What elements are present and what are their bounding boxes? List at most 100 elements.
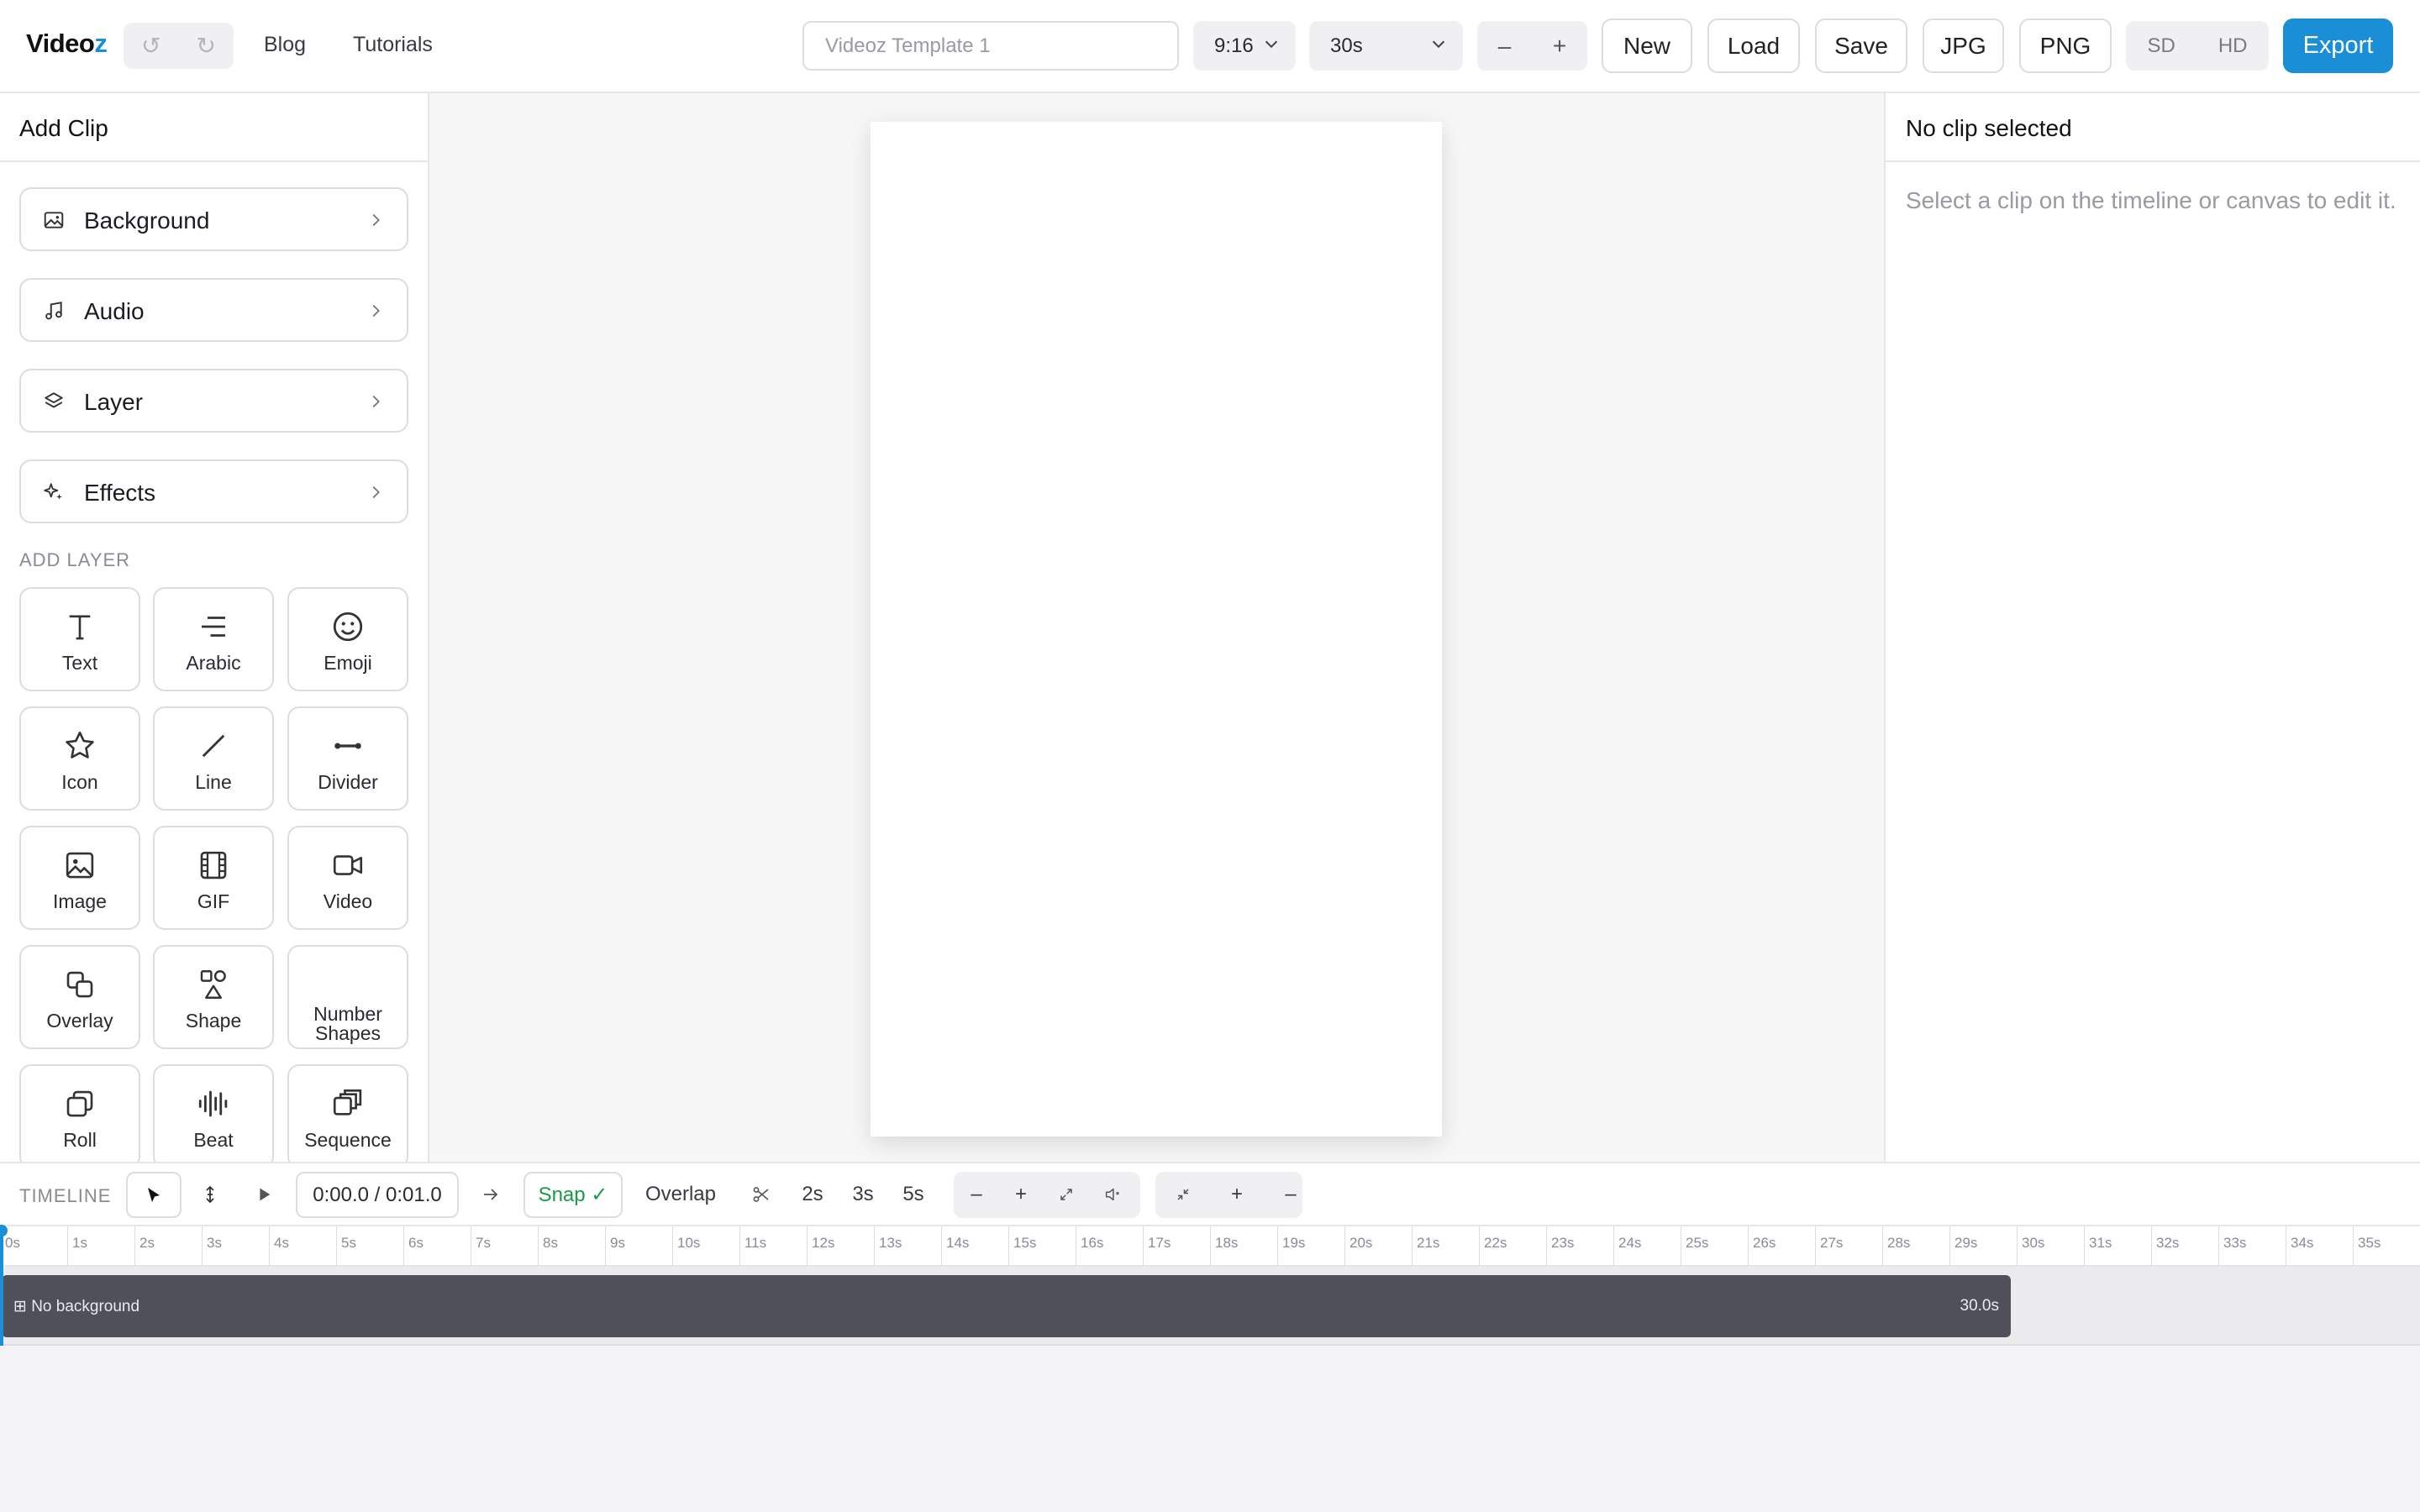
duration-3s-button[interactable]: 3s xyxy=(846,1173,880,1215)
png-button[interactable]: PNG xyxy=(2019,18,2112,73)
clip-item-label: Audio xyxy=(84,298,145,324)
speaker-icon xyxy=(1105,1188,1119,1201)
tile-emoji[interactable]: Emoji xyxy=(287,587,408,691)
ruler-tick: 35s xyxy=(2353,1226,2381,1267)
aspect-ratio-select[interactable]: 9:16 xyxy=(1193,21,1296,71)
tile-sequence[interactable]: Sequence xyxy=(287,1064,408,1162)
ruler-tick-label: 26s xyxy=(1753,1235,1776,1251)
tile-overlay[interactable]: Overlay xyxy=(19,945,140,1049)
vertical-resize-icon xyxy=(206,1185,214,1204)
move-tool-button[interactable] xyxy=(193,1173,227,1215)
timeline-zoom-in-button[interactable]: + xyxy=(1005,1173,1037,1215)
ruler-tick: 21s xyxy=(1412,1226,1439,1267)
ruler-tick: 1s xyxy=(67,1226,87,1267)
new-button[interactable]: New xyxy=(1602,18,1692,73)
app-logo[interactable]: Videoz xyxy=(26,29,108,59)
smiley-icon xyxy=(333,612,363,642)
add-effects-button[interactable]: Effects xyxy=(19,459,408,523)
export-button[interactable]: Export xyxy=(2283,18,2393,73)
music-note-icon xyxy=(45,302,62,320)
tile-video[interactable]: Video xyxy=(287,826,408,930)
overlay-icon xyxy=(66,971,93,998)
tile-beat[interactable]: Beat xyxy=(153,1064,274,1162)
duration-5s-button[interactable]: 5s xyxy=(897,1173,930,1215)
snap-toggle[interactable]: Snap ✓ xyxy=(523,1172,623,1218)
tile-label: Sequence xyxy=(304,1129,392,1151)
ruler-tick: 3s xyxy=(202,1226,222,1267)
line-icon xyxy=(202,734,225,758)
quality-sd-option[interactable]: SD xyxy=(2147,34,2175,58)
redo-icon[interactable]: ↻ xyxy=(197,32,216,60)
tile-label: Divider xyxy=(318,771,378,793)
duration-2s-button[interactable]: 2s xyxy=(796,1173,829,1215)
tile-label: Roll xyxy=(63,1129,97,1151)
tile-label: Icon xyxy=(61,771,98,793)
jpg-button[interactable]: JPG xyxy=(1923,18,2004,73)
template-name-input[interactable] xyxy=(802,21,1179,71)
undo-icon[interactable]: ↺ xyxy=(141,32,160,60)
jump-end-button[interactable] xyxy=(474,1173,508,1215)
nav-blog-link[interactable]: Blog xyxy=(264,33,306,57)
add-audio-button[interactable]: Audio xyxy=(19,278,408,342)
chevron-right-icon xyxy=(372,213,380,227)
mute-button[interactable] xyxy=(1096,1173,1129,1215)
expand-icon xyxy=(1060,1189,1072,1200)
overlap-toggle[interactable]: Overlap xyxy=(639,1173,723,1215)
playhead[interactable] xyxy=(0,1225,8,1346)
track-remove-button[interactable]: – xyxy=(1274,1173,1307,1215)
tile-image[interactable]: Image xyxy=(19,826,140,930)
tile-label: GIF xyxy=(197,890,230,912)
timeline-label: TIMELINE xyxy=(19,1185,112,1206)
video-canvas[interactable] xyxy=(871,122,1442,1137)
select-tool-button[interactable] xyxy=(126,1172,182,1218)
tile-number-shapes[interactable]: Number Shapes xyxy=(287,945,408,1049)
background-clip[interactable]: ⊞ No background 30.0s xyxy=(2,1275,2011,1337)
tile-gif[interactable]: GIF xyxy=(153,826,274,930)
save-button[interactable]: Save xyxy=(1815,18,1907,73)
track-add-button[interactable]: + xyxy=(1220,1173,1254,1215)
collapse-button[interactable] xyxy=(1166,1173,1200,1215)
ruler-tick-label: 25s xyxy=(1686,1235,1709,1251)
ruler-tick: 15s xyxy=(1008,1226,1036,1267)
ruler-tick-label: 7s xyxy=(476,1235,491,1251)
ruler-tick-label: 16s xyxy=(1081,1235,1104,1251)
chevron-right-icon xyxy=(372,304,380,318)
tile-shape[interactable]: Shape xyxy=(153,945,274,1049)
layers-icon xyxy=(45,392,63,408)
add-layer-button[interactable]: Layer xyxy=(19,369,408,433)
chevron-right-icon xyxy=(372,486,380,499)
shapes-icon xyxy=(200,970,226,999)
play-icon xyxy=(260,1188,271,1201)
arrow-right-icon xyxy=(484,1189,498,1200)
load-button[interactable]: Load xyxy=(1707,18,1800,73)
tile-divider[interactable]: Divider xyxy=(287,706,408,811)
ruler-tick-label: 15s xyxy=(1013,1235,1037,1251)
fit-button[interactable] xyxy=(1050,1173,1082,1215)
ruler-tick-label: 11s xyxy=(744,1235,767,1251)
zoom-out-button[interactable]: – xyxy=(1498,33,1512,60)
ruler-tick: 18s xyxy=(1210,1226,1238,1267)
add-background-button[interactable]: Background xyxy=(19,187,408,251)
split-button[interactable] xyxy=(744,1173,778,1215)
quality-hd-option[interactable]: HD xyxy=(2218,34,2248,58)
ruler-tick: 33s xyxy=(2218,1226,2246,1267)
tile-line[interactable]: Line xyxy=(153,706,274,811)
tile-icon[interactable]: Icon xyxy=(19,706,140,811)
tile-text[interactable]: Text xyxy=(19,587,140,691)
ruler-tick-label: 30s xyxy=(2022,1235,2045,1251)
tile-label: Text xyxy=(61,652,98,674)
ruler-tick: 27s xyxy=(1815,1226,1843,1267)
timeline-zoom-out-button[interactable]: – xyxy=(960,1173,992,1215)
ruler-tick: 30s xyxy=(2017,1226,2044,1267)
tile-arabic[interactable]: Arabic xyxy=(153,587,274,691)
divider-icon xyxy=(334,743,361,749)
duration-select[interactable]: 30s xyxy=(1309,21,1463,71)
play-button[interactable] xyxy=(247,1173,281,1215)
zoom-in-button[interactable]: + xyxy=(1553,33,1566,60)
nav-tutorials-link[interactable]: Tutorials xyxy=(353,33,433,57)
ruler-tick-label: 13s xyxy=(879,1235,902,1251)
timeline-ruler[interactable]: 0s 1s 2s 3s 4s 5s 6s 7s 8s 9s 10s 11s 12s 13s 14s 15s 16… xyxy=(0,1226,2420,1267)
image-icon xyxy=(44,212,64,228)
ruler-tick: 24s xyxy=(1613,1226,1641,1267)
tile-roll[interactable]: Roll xyxy=(19,1064,140,1162)
